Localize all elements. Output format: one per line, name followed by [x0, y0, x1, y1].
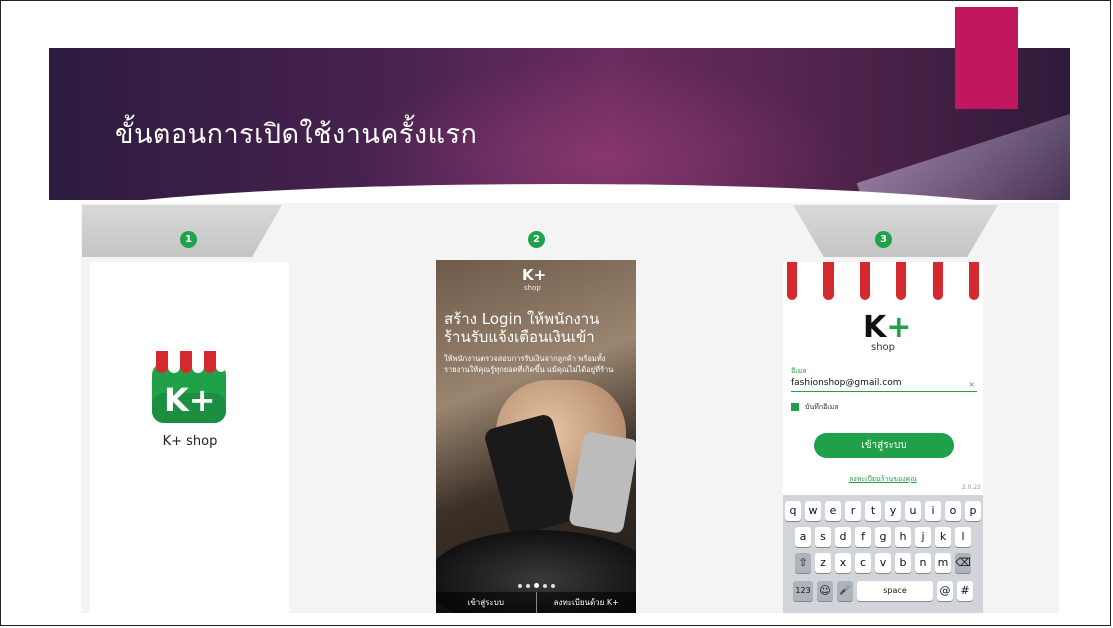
- onboarding-headline: สร้าง Login ให้พนักงาน ร้านรับแจ้งเตือนเ…: [444, 310, 600, 346]
- shift-key[interactable]: ⇧: [795, 553, 811, 573]
- step3-panel: K+ shop อีเมล fashionshop@gmail.com × บั…: [783, 262, 983, 613]
- emoji-key[interactable]: ☺: [817, 581, 833, 601]
- app-label: K+ shop: [162, 434, 218, 449]
- kplus-shop-icon[interactable]: K+: [150, 349, 228, 425]
- key-a[interactable]: a: [795, 527, 811, 547]
- register-button[interactable]: ลงทะเบียนด้วย K+: [535, 592, 637, 613]
- key-i[interactable]: i: [925, 501, 941, 521]
- register-link[interactable]: ลงทะเบียนร้านของคุณ: [849, 474, 917, 485]
- kplus-logo: K+: [863, 310, 912, 345]
- page-indicator: [516, 573, 557, 592]
- email-label: อีเมล: [791, 367, 807, 375]
- key-p[interactable]: p: [965, 501, 981, 521]
- key-k[interactable]: k: [935, 527, 951, 547]
- key-g[interactable]: g: [875, 527, 891, 547]
- key-c[interactable]: c: [855, 553, 871, 573]
- key-d[interactable]: d: [835, 527, 851, 547]
- email-field[interactable]: fashionshop@gmail.com: [791, 378, 977, 392]
- step-badge-1: 1: [180, 231, 197, 248]
- key-x[interactable]: x: [835, 553, 851, 573]
- clear-icon[interactable]: ×: [968, 380, 975, 389]
- key-y[interactable]: y: [885, 501, 901, 521]
- login-button[interactable]: เข้าสู่ระบบ: [814, 433, 954, 458]
- key-z[interactable]: z: [815, 553, 831, 573]
- at-key[interactable]: @: [937, 581, 953, 601]
- numbers-key[interactable]: 123: [793, 581, 813, 601]
- backspace-key[interactable]: ⌫: [955, 553, 971, 573]
- awning-decoration: [783, 262, 983, 300]
- svg-text:K+: K+: [164, 381, 216, 419]
- kplus-logo: K+: [522, 266, 547, 284]
- step-badge-3: 3: [875, 231, 892, 248]
- key-j[interactable]: j: [915, 527, 931, 547]
- key-v[interactable]: v: [875, 553, 891, 573]
- key-o[interactable]: o: [945, 501, 961, 521]
- key-m[interactable]: m: [935, 553, 951, 573]
- onscreen-keyboard: q w e r t y u i o p a s d f g h j k l ⇧ …: [783, 495, 983, 613]
- page-dot-active: [534, 583, 539, 588]
- banner-wave: [856, 102, 1070, 200]
- onboarding-subtext: ให้พนักงานตรวจสอบการรับเงินจากลูกค้า พร้…: [444, 354, 614, 374]
- login-button[interactable]: เข้าสู่ระบบ: [436, 592, 536, 613]
- page-dot: [518, 584, 522, 588]
- slide-title: ขั้นตอนการเปิดใช้งานครั้งแรก: [115, 119, 478, 150]
- key-r[interactable]: r: [845, 501, 861, 521]
- key-b[interactable]: b: [895, 553, 911, 573]
- step-badge-2: 2: [528, 231, 545, 248]
- space-key[interactable]: space: [857, 581, 933, 601]
- accent-bar: [955, 7, 1018, 109]
- step3-tab: [793, 205, 998, 257]
- key-q[interactable]: q: [785, 501, 801, 521]
- remember-label: บันทึกอีเมล: [805, 403, 839, 411]
- key-w[interactable]: w: [805, 501, 821, 521]
- key-l[interactable]: l: [955, 527, 971, 547]
- hash-key[interactable]: #: [957, 581, 973, 601]
- mic-key[interactable]: 🎤: [837, 581, 853, 601]
- key-h[interactable]: h: [895, 527, 911, 547]
- key-s[interactable]: s: [815, 527, 831, 547]
- onboarding-actions: เข้าสู่ระบบ ลงทะเบียนด้วย K+: [436, 592, 636, 613]
- page-dot: [551, 584, 555, 588]
- key-f[interactable]: f: [855, 527, 871, 547]
- step2-panel: K+ shop สร้าง Login ให้พนักงาน ร้านรับแจ…: [436, 260, 636, 613]
- kplus-logo-sub: shop: [871, 342, 896, 353]
- version-text: 2.0.22: [961, 484, 981, 491]
- page-dot: [526, 584, 530, 588]
- key-n[interactable]: n: [915, 553, 931, 573]
- key-e[interactable]: e: [825, 501, 841, 521]
- step1-tab: [82, 205, 282, 257]
- page-dot: [543, 584, 547, 588]
- key-t[interactable]: t: [865, 501, 881, 521]
- kplus-logo-sub: shop: [524, 284, 541, 292]
- remember-checkbox[interactable]: [791, 403, 799, 411]
- key-u[interactable]: u: [905, 501, 921, 521]
